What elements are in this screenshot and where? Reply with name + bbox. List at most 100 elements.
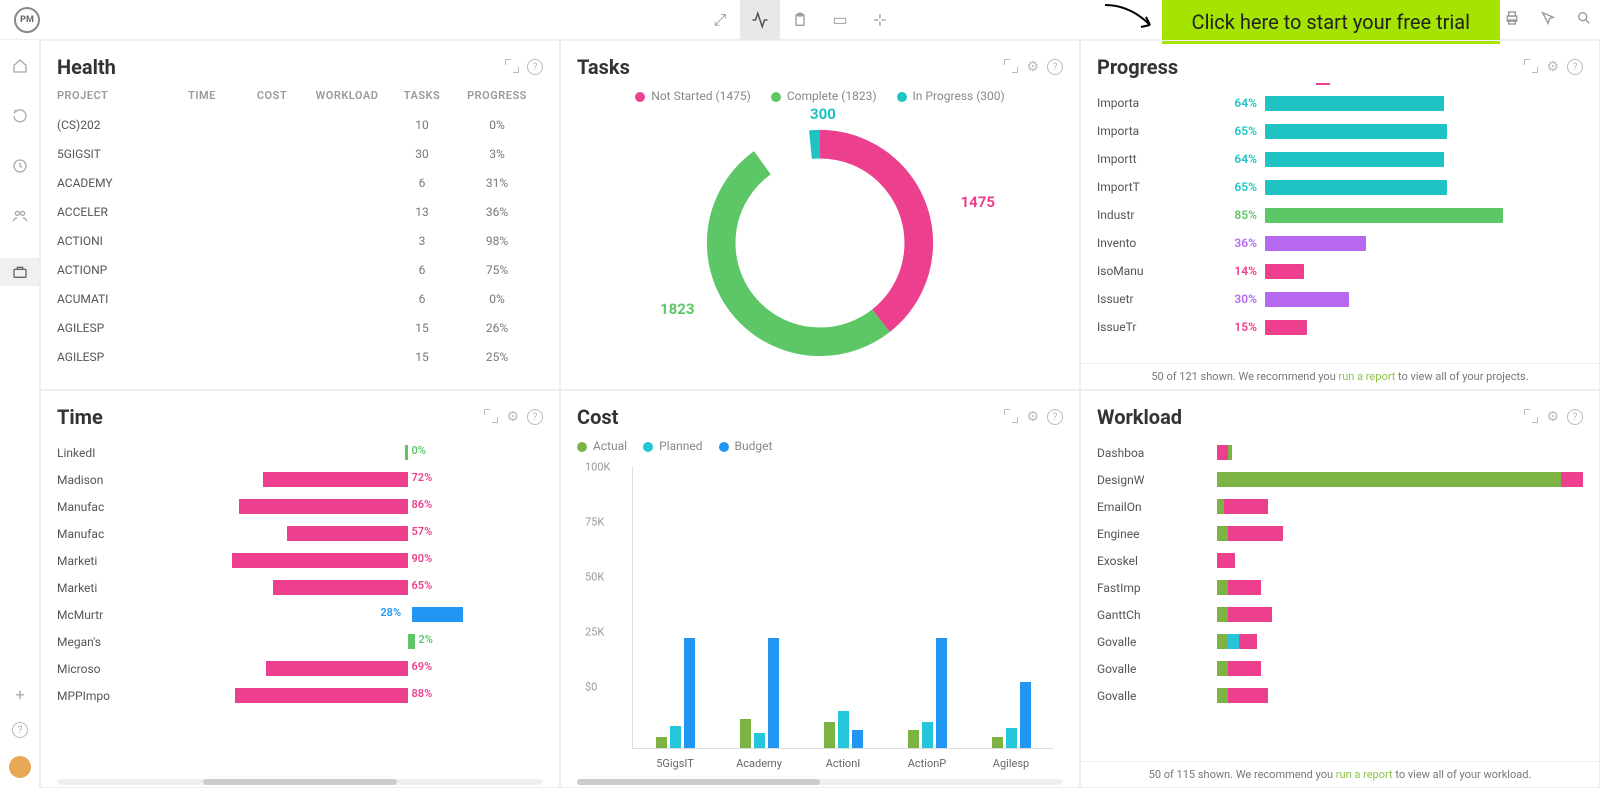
gear-icon[interactable]: ⚙ (506, 409, 519, 425)
workload-row[interactable]: FastImp (1097, 574, 1583, 601)
gear-icon[interactable]: ⚙ (1026, 59, 1039, 75)
help-icon[interactable]: ? (1567, 59, 1583, 75)
progress-rows: Importa 64% Importa 65% Importt 64% Impo… (1097, 89, 1583, 381)
help-icon[interactable]: ? (1047, 409, 1063, 425)
bar (1217, 688, 1583, 703)
help-icon[interactable]: ? (527, 409, 543, 425)
time-row[interactable]: Marketi 65% (57, 574, 543, 601)
progress-row[interactable]: Issuetr 30% (1097, 285, 1583, 313)
search-icon[interactable] (1576, 10, 1592, 30)
time-row[interactable]: Manufac 57% (57, 520, 543, 547)
run-report-link[interactable]: run a report (1339, 370, 1396, 383)
progress-row[interactable]: Importa 65% (1097, 117, 1583, 145)
table-row[interactable]: ACCELER 13 36% (57, 197, 543, 226)
add-icon[interactable]: + (15, 685, 24, 704)
bar (287, 526, 408, 541)
cost-group: 5GigsIT (633, 467, 717, 748)
expand-icon[interactable] (1004, 409, 1018, 423)
table-row[interactable]: AGILESP 15 25% (57, 342, 543, 371)
progress-row[interactable]: IssueTr 15% (1097, 313, 1583, 341)
tool-clipboard-icon[interactable] (780, 0, 820, 40)
nav-refresh-icon[interactable] (12, 108, 28, 128)
workload-row[interactable]: EmailOn (1097, 493, 1583, 520)
panel-time: Time ⚙? LinkedI 0% Madison 72% Manufac 8… (40, 390, 560, 788)
workload-row[interactable]: GanttCh (1097, 601, 1583, 628)
time-row[interactable]: Marketi 90% (57, 547, 543, 574)
panel-title-time: Time (57, 405, 484, 429)
table-row[interactable]: ACTIONP 6 75% (57, 255, 543, 284)
gear-icon[interactable]: ⚙ (1546, 59, 1559, 75)
print-icon[interactable] (1504, 10, 1520, 30)
expand-icon[interactable] (484, 409, 498, 423)
panel-workload: Workload ⚙? Dashboa DesignW EmailOn Engi… (1080, 390, 1600, 788)
workload-row[interactable]: Govalle (1097, 682, 1583, 709)
gear-icon[interactable]: ⚙ (1026, 409, 1039, 425)
tool-1[interactable]: ⤢ (700, 0, 740, 40)
cost-legend: ActualPlannedBudget (577, 439, 1063, 453)
tool-4[interactable]: ▭ (820, 0, 860, 40)
nav-home-icon[interactable] (12, 58, 28, 78)
tool-pulse-icon[interactable] (740, 0, 780, 40)
expand-icon[interactable] (1524, 59, 1538, 73)
table-row[interactable]: ACADEMY 6 31% (57, 168, 543, 197)
time-row[interactable]: LinkedI 0% (57, 439, 543, 466)
bar (1217, 445, 1583, 460)
project-name: ACTIONI (57, 234, 167, 248)
time-row[interactable]: Megan's 2% (57, 628, 543, 655)
help-icon[interactable]: ? (527, 59, 543, 75)
time-row[interactable]: McMurtr 28% (57, 601, 543, 628)
workload-row[interactable]: Govalle (1097, 628, 1583, 655)
expand-icon[interactable] (1004, 59, 1018, 73)
help-icon[interactable]: ? (1567, 409, 1583, 425)
scrollbar[interactable] (577, 779, 1063, 785)
bar (1217, 499, 1583, 514)
progress-row[interactable]: ImportT 65% (1097, 173, 1583, 201)
workload-row[interactable]: Exoskel (1097, 547, 1583, 574)
workload-row[interactable]: Govalle (1097, 655, 1583, 682)
nav-briefcase-icon[interactable] (0, 258, 39, 286)
table-row[interactable]: ACTIONI 3 98% (57, 226, 543, 255)
workload-footer: 50 of 115 shown. We recommend you run a … (1081, 761, 1599, 787)
workload-row[interactable]: Enginee (1097, 520, 1583, 547)
legend-item: In Progress (300) (897, 89, 1005, 103)
health-columns: PROJECTTIMECOSTWORKLOADTASKSPROGRESS (57, 89, 543, 102)
time-row[interactable]: MPPImpo 88% (57, 682, 543, 709)
table-row[interactable]: (CS)202 10 0% (57, 110, 543, 139)
cursor-icon[interactable] (1540, 10, 1556, 30)
panel-title-tasks: Tasks (577, 55, 1004, 79)
progress-row[interactable]: IsoManu 14% (1097, 257, 1583, 285)
scrollbar[interactable] (57, 779, 543, 785)
time-row[interactable]: Manufac 86% (57, 493, 543, 520)
table-row[interactable]: ACUMATI 6 0% (57, 284, 543, 313)
workload-row[interactable]: DesignW (1097, 466, 1583, 493)
cta-button[interactable]: Click here to start your free trial (1162, 0, 1500, 44)
legend-item: Not Started (1475) (635, 89, 751, 103)
expand-icon[interactable] (1524, 409, 1538, 423)
progress-row[interactable]: Industr 85% (1097, 201, 1583, 229)
progress-row[interactable]: Importt 64% (1097, 145, 1583, 173)
help-icon[interactable]: ? (12, 722, 28, 738)
progress-row[interactable]: Importa 64% (1097, 89, 1583, 117)
workload-row[interactable]: Dashboa (1097, 439, 1583, 466)
bar (1217, 553, 1583, 568)
gear-icon[interactable]: ⚙ (1546, 409, 1559, 425)
project-name: ACADEMY (57, 176, 167, 190)
cost-group: Agilesp (969, 467, 1053, 748)
table-row[interactable]: AGILESP 15 26% (57, 313, 543, 342)
nav-people-icon[interactable] (12, 208, 28, 228)
time-row[interactable]: Madison 72% (57, 466, 543, 493)
expand-icon[interactable] (505, 59, 519, 73)
legend-item: Complete (1823) (771, 89, 877, 103)
avatar[interactable] (9, 756, 31, 778)
tool-5[interactable]: ⊹ (860, 0, 900, 40)
help-icon[interactable]: ? (1047, 59, 1063, 75)
logo[interactable]: PM (14, 7, 40, 33)
table-row[interactable]: 5GIGSIT 30 3% (57, 139, 543, 168)
nav-clock-icon[interactable] (12, 158, 28, 178)
bar (1217, 472, 1583, 487)
bar (408, 634, 415, 649)
cost-group: Academy (717, 467, 801, 748)
run-report-link[interactable]: run a report (1336, 768, 1393, 781)
time-row[interactable]: Microso 69% (57, 655, 543, 682)
progress-row[interactable]: Invento 36% (1097, 229, 1583, 257)
